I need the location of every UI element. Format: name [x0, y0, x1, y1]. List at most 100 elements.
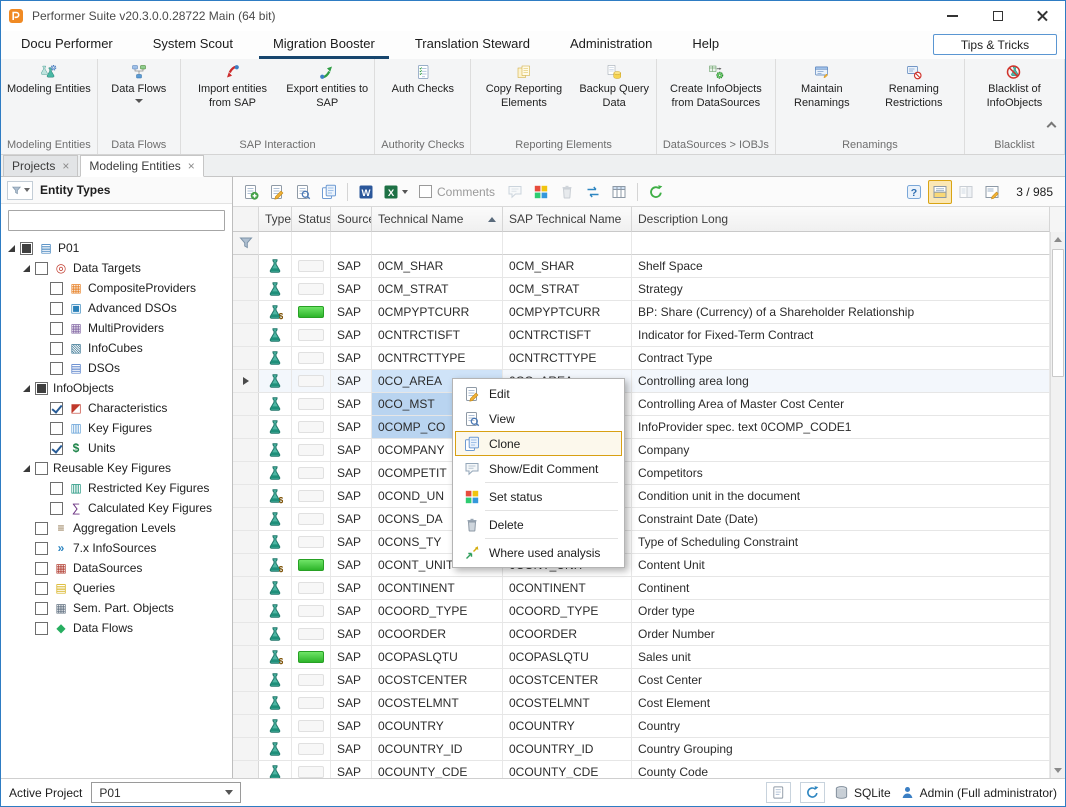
- description-cell[interactable]: Strategy: [632, 278, 1050, 300]
- description-cell[interactable]: Order type: [632, 600, 1050, 622]
- technical-name-cell[interactable]: 0COUNTRY: [372, 715, 503, 737]
- description-cell[interactable]: Order Number: [632, 623, 1050, 645]
- description-cell[interactable]: Company: [632, 439, 1050, 461]
- sap-technical-name-cell[interactable]: 0COORDER: [503, 623, 632, 645]
- tree-item-restricted-key-figures[interactable]: ▥Restricted Key Figures: [1, 478, 232, 498]
- checkbox-unchecked[interactable]: [50, 342, 63, 355]
- checkbox-unchecked[interactable]: [35, 462, 48, 475]
- sap-technical-name-cell[interactable]: 0COSTELMNT: [503, 692, 632, 714]
- table-row[interactable]: SAP0CM_STRAT0CM_STRATStrategy: [233, 278, 1050, 301]
- ribbon-button-renaming-restrictions[interactable]: Renaming Restrictions: [866, 60, 962, 136]
- filter-cell[interactable]: [372, 232, 503, 255]
- checkbox-partial[interactable]: [20, 242, 33, 255]
- sync-button[interactable]: [800, 782, 825, 803]
- technical-name-cell[interactable]: 0COUNTY_CDE: [372, 761, 503, 778]
- table-row[interactable]: SAP0COORDER0COORDEROrder Number: [233, 623, 1050, 646]
- expander-icon[interactable]: [20, 265, 32, 272]
- table-row[interactable]: SAP0CNTRCTISFT0CNTRCTISFTIndicator for F…: [233, 324, 1050, 347]
- expander-icon[interactable]: [20, 385, 32, 392]
- menu-item-administration[interactable]: Administration: [556, 31, 666, 59]
- table-row[interactable]: $SAP0COND_UN0COND_UNCondition unit in th…: [233, 485, 1050, 508]
- close-icon[interactable]: ×: [62, 160, 69, 172]
- checkbox-unchecked[interactable]: [35, 602, 48, 615]
- technical-name-cell[interactable]: 0COORDER: [372, 623, 503, 645]
- column-chooser-button[interactable]: [607, 180, 631, 204]
- technical-name-cell[interactable]: 0CONTINENT: [372, 577, 503, 599]
- tree-item-calculated-key-figures[interactable]: ∑Calculated Key Figures: [1, 498, 232, 518]
- checkbox-unchecked[interactable]: [50, 322, 63, 335]
- table-row[interactable]: $SAP0COPASLQTU0COPASLQTUSales unit: [233, 646, 1050, 669]
- technical-name-cell[interactable]: 0COUNTRY_ID: [372, 738, 503, 760]
- ribbon-button-create-infoobjects-from-datasources[interactable]: Create InfoObjects from DataSources: [659, 60, 773, 136]
- filter-cell[interactable]: [503, 232, 632, 255]
- description-cell[interactable]: Contract Type: [632, 347, 1050, 369]
- edit-entity-button[interactable]: [265, 180, 289, 204]
- close-icon[interactable]: ×: [188, 160, 195, 172]
- ribbon-collapse-icon[interactable]: [1048, 123, 1055, 130]
- description-cell[interactable]: InfoProvider spec. text 0COMP_CODE1: [632, 416, 1050, 438]
- column-header-type[interactable]: Type: [259, 207, 292, 232]
- tab-modeling-entities[interactable]: Modeling Entities×: [80, 155, 203, 177]
- description-cell[interactable]: Cost Center: [632, 669, 1050, 691]
- active-project-combobox[interactable]: P01: [91, 782, 241, 803]
- technical-name-cell[interactable]: 0CM_STRAT: [372, 278, 503, 300]
- sap-technical-name-cell[interactable]: 0COUNTY_CDE: [503, 761, 632, 778]
- menu-item-translation-steward[interactable]: Translation Steward: [401, 31, 544, 59]
- description-cell[interactable]: County Code: [632, 761, 1050, 778]
- tree-item-p01[interactable]: ▤P01: [1, 238, 232, 258]
- filter-cell[interactable]: [632, 232, 1050, 255]
- sap-technical-name-cell[interactable]: 0COPASLQTU: [503, 646, 632, 668]
- entity-types-filter-button[interactable]: [7, 181, 33, 200]
- context-menu-item-view[interactable]: View: [455, 406, 622, 431]
- sap-technical-name-cell[interactable]: 0CM_STRAT: [503, 278, 632, 300]
- ribbon-button-copy-reporting-elements[interactable]: Copy Reporting Elements: [473, 60, 574, 136]
- description-cell[interactable]: Indicator for Fixed-Term Contract: [632, 324, 1050, 346]
- table-row[interactable]: SAP0COSTELMNT0COSTELMNTCost Element: [233, 692, 1050, 715]
- description-cell[interactable]: Type of Scheduling Constraint: [632, 531, 1050, 553]
- checkbox-checked[interactable]: [50, 402, 63, 415]
- checkbox-unchecked[interactable]: [50, 422, 63, 435]
- table-row[interactable]: SAP0CO_MST0CO_MSTControlling Area of Mas…: [233, 393, 1050, 416]
- technical-name-cell[interactable]: 0CM_SHAR: [372, 255, 503, 277]
- table-row[interactable]: SAP0CONS_TY0CONS_TYType of Scheduling Co…: [233, 531, 1050, 554]
- filter-cell[interactable]: [292, 232, 331, 255]
- view-entity-button[interactable]: [291, 180, 315, 204]
- description-cell[interactable]: Controlling Area of Master Cost Center: [632, 393, 1050, 415]
- checkbox-checked[interactable]: [50, 442, 63, 455]
- description-cell[interactable]: Controlling area long: [632, 370, 1050, 392]
- context-menu-item-set-status[interactable]: Set status: [455, 484, 622, 509]
- table-row[interactable]: $SAP0CONT_UNIT0CONT_UNITContent Unit: [233, 554, 1050, 577]
- tree-item-queries[interactable]: ▤Queries: [1, 578, 232, 598]
- technical-name-cell[interactable]: 0COORD_TYPE: [372, 600, 503, 622]
- sap-technical-name-cell[interactable]: 0COORD_TYPE: [503, 600, 632, 622]
- table-row[interactable]: $SAP0CMPYPTCURR0CMPYPTCURRBP: Share (Cur…: [233, 301, 1050, 324]
- description-cell[interactable]: Shelf Space: [632, 255, 1050, 277]
- tree-item-reusable-key-figures[interactable]: Reusable Key Figures: [1, 458, 232, 478]
- checkbox-unchecked[interactable]: [50, 302, 63, 315]
- menu-item-docu-performer[interactable]: Docu Performer: [7, 31, 127, 59]
- ribbon-button-maintain-renamings[interactable]: Maintain Renamings: [778, 60, 866, 136]
- description-cell[interactable]: Constraint Date (Date): [632, 508, 1050, 530]
- refresh-button[interactable]: [644, 180, 668, 204]
- sap-technical-name-cell[interactable]: 0CONTINENT: [503, 577, 632, 599]
- search-input[interactable]: [8, 210, 225, 231]
- filter-cell[interactable]: [331, 232, 372, 255]
- technical-name-cell[interactable]: 0CNTRCTISFT: [372, 324, 503, 346]
- table-row[interactable]: SAP0COMPANY0COMPANYCompany: [233, 439, 1050, 462]
- sap-technical-name-cell[interactable]: 0COUNTRY: [503, 715, 632, 737]
- ribbon-button-import-entities-from-sap[interactable]: Import entities from SAP: [183, 60, 282, 136]
- checkbox-unchecked[interactable]: [50, 282, 63, 295]
- table-row[interactable]: SAP0COUNTRY_ID0COUNTRY_IDCountry Groupin…: [233, 738, 1050, 761]
- technical-name-cell[interactable]: 0COSTCENTER: [372, 669, 503, 691]
- vertical-scrollbar[interactable]: [1050, 232, 1065, 778]
- context-menu-item-edit[interactable]: Edit: [455, 381, 622, 406]
- tab-projects[interactable]: Projects×: [3, 155, 78, 176]
- tree-item-aggregation-levels[interactable]: ≡Aggregation Levels: [1, 518, 232, 538]
- tree-item-multiproviders[interactable]: ▦MultiProviders: [1, 318, 232, 338]
- tree-item-7-x-infosources[interactable]: »7.x InfoSources: [1, 538, 232, 558]
- scrollbar-track[interactable]: [1051, 247, 1065, 763]
- technical-name-cell[interactable]: 0CNTRCTTYPE: [372, 347, 503, 369]
- column-header-status[interactable]: Status: [292, 207, 331, 232]
- tree-item-sem-part-objects[interactable]: ▦Sem. Part. Objects: [1, 598, 232, 618]
- close-button[interactable]: [1020, 1, 1065, 31]
